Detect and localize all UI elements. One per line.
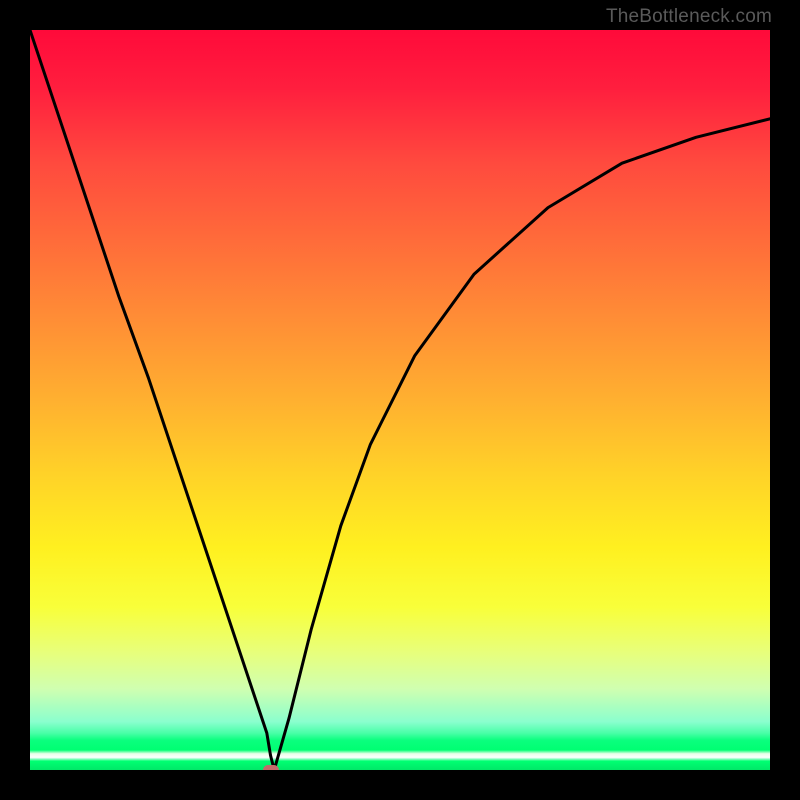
watermark-text: TheBottleneck.com: [606, 6, 772, 28]
optimum-marker: [263, 765, 279, 770]
chart-frame: [30, 30, 770, 770]
curve-path: [30, 30, 770, 770]
bottleneck-curve: [30, 30, 770, 770]
